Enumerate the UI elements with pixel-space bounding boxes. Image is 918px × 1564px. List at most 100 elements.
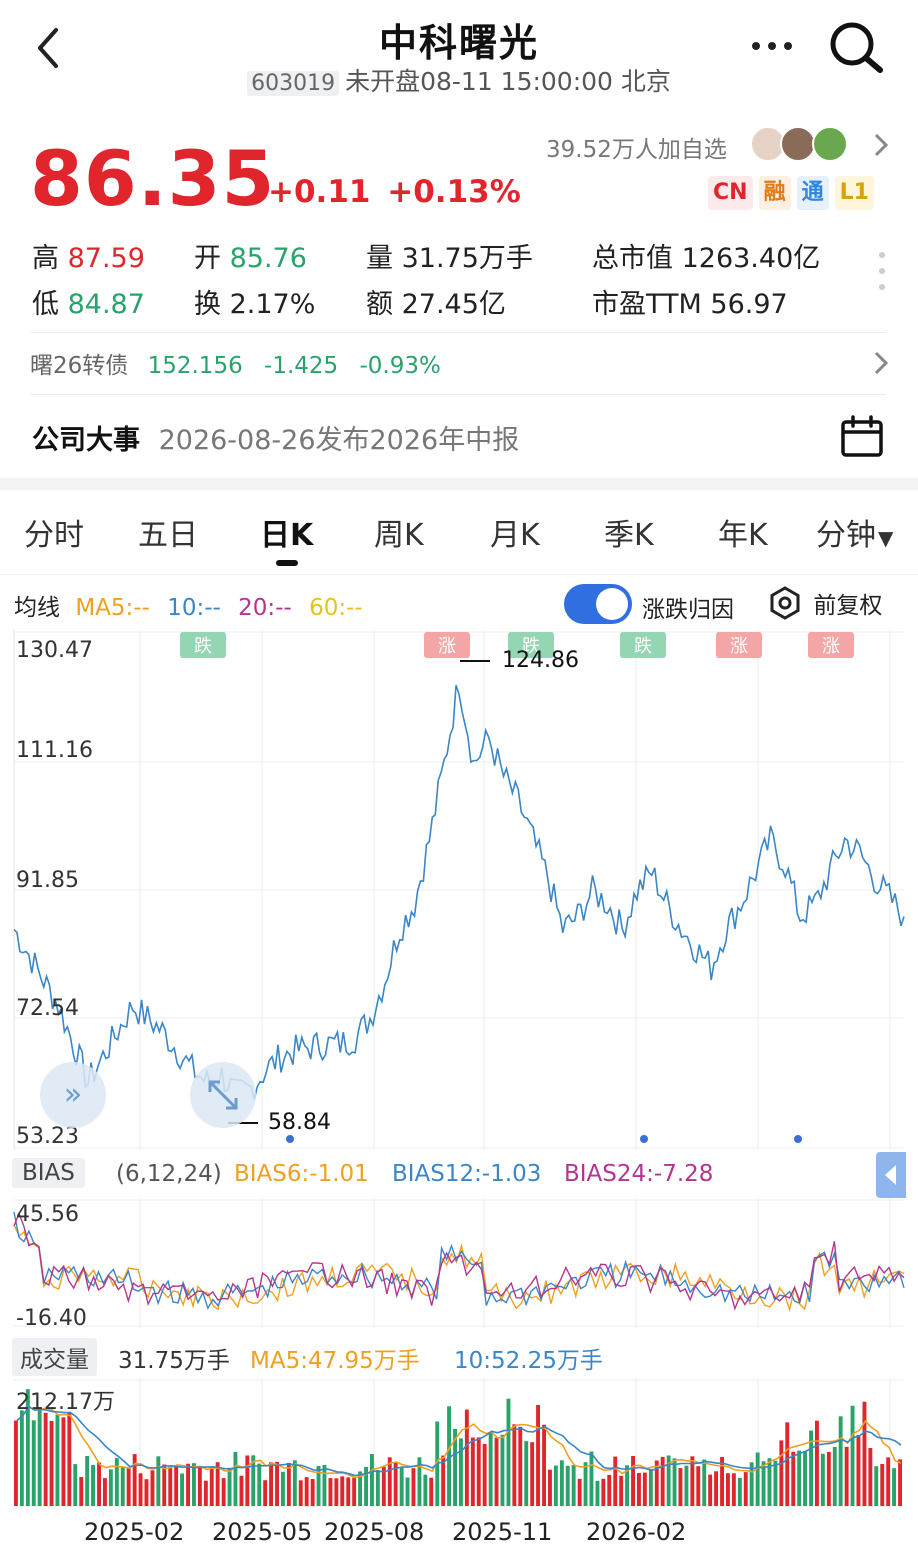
- price-chart[interactable]: 跌涨跌跌涨涨: [0, 630, 918, 1150]
- event-dot: [286, 1135, 294, 1143]
- volume-bar: [559, 1460, 564, 1506]
- volume-bar: [476, 1437, 481, 1506]
- volume-bar: [583, 1462, 588, 1506]
- tab-monthly-k[interactable]: 月K: [490, 510, 540, 554]
- volume-bar: [898, 1459, 902, 1506]
- x-axis-label: 2025-08: [324, 1518, 425, 1546]
- volume-bar: [156, 1456, 161, 1506]
- panel-toggle-button[interactable]: [876, 1152, 906, 1198]
- adjust-setting[interactable]: 前复权: [768, 586, 882, 620]
- more-button[interactable]: [748, 30, 798, 60]
- volume-bar: [97, 1462, 101, 1506]
- fullscreen-button[interactable]: [190, 1062, 256, 1128]
- followers-arrow[interactable]: [872, 132, 890, 162]
- ma5-value: MA5:--: [75, 595, 150, 621]
- svg-text:涨: 涨: [438, 636, 456, 657]
- volume-bar: [488, 1432, 493, 1506]
- volume-bar: [322, 1464, 327, 1506]
- volume-bar: [494, 1437, 499, 1506]
- volume-bar: [381, 1466, 386, 1506]
- tab-yearly-k[interactable]: 年K: [718, 510, 768, 554]
- volume-bar: [340, 1476, 345, 1506]
- volume-bar: [530, 1442, 535, 1506]
- bias12-line: [13, 1211, 905, 1310]
- volume-bar: [310, 1479, 315, 1506]
- search-button[interactable]: [828, 20, 884, 76]
- event-dot: [640, 1135, 648, 1143]
- volume-bar: [731, 1473, 736, 1506]
- volume-bar: [589, 1451, 594, 1506]
- stat-low: 低 84.87: [32, 289, 145, 320]
- followers-count: 39.52万人加自选: [546, 137, 727, 163]
- volume-bar: [577, 1478, 582, 1506]
- volume-bar: [103, 1478, 107, 1506]
- tab-minute[interactable]: 分钟 ▼: [816, 510, 893, 554]
- volume-bar: [726, 1473, 730, 1506]
- ma20-value: 20:--: [238, 595, 292, 621]
- volume-bar: [838, 1416, 843, 1506]
- volume-bar: [518, 1426, 523, 1506]
- volume-bar: [524, 1441, 529, 1506]
- volume-bar: [126, 1467, 131, 1506]
- volume-bar: [114, 1458, 119, 1506]
- adjust-label: 前复权: [813, 593, 883, 619]
- tab-daily-k[interactable]: 日K: [260, 510, 313, 554]
- volume-bar: [773, 1460, 778, 1506]
- tab-five-day[interactable]: 五日: [138, 510, 198, 554]
- event-tag-up: 涨: [808, 632, 854, 658]
- badge-connect: 通: [796, 176, 829, 210]
- volume-bar: [459, 1438, 463, 1506]
- convertible-bond-row[interactable]: 曙26转债 152.156 -1.425 -0.93%: [30, 346, 890, 380]
- event-dot: [794, 1135, 802, 1143]
- stock-badges: CN 融通 L1: [702, 176, 874, 210]
- expand-sidebar-button[interactable]: »: [40, 1062, 106, 1128]
- badge-cn: CN: [708, 176, 753, 210]
- volume-bar: [14, 1420, 18, 1506]
- bias-label[interactable]: BIAS: [12, 1158, 85, 1188]
- volume-bar: [607, 1474, 612, 1506]
- bias-chart[interactable]: [0, 1198, 918, 1328]
- volume-bar: [542, 1424, 546, 1506]
- volume-bar: [470, 1437, 475, 1506]
- volume-bar: [108, 1469, 113, 1506]
- volume-bar: [281, 1471, 285, 1506]
- volume-bar: [298, 1480, 303, 1506]
- volume-bar: [868, 1448, 873, 1506]
- volume-bar: [67, 1412, 72, 1506]
- price-y-label: 111.16: [16, 738, 93, 763]
- volume-label[interactable]: 成交量: [12, 1338, 97, 1376]
- volume-chart[interactable]: [0, 1378, 918, 1508]
- volume-bar: [714, 1471, 718, 1506]
- follower-avatars[interactable]: [750, 124, 860, 164]
- market-status: 未开盘08-11 15:00:00 北京: [345, 67, 671, 96]
- volume-bar: [85, 1456, 90, 1506]
- stat-amount: 额 27.45亿: [366, 289, 506, 320]
- volume-bar: [512, 1424, 517, 1506]
- volume-bar: [553, 1465, 558, 1506]
- stats-expand-handle[interactable]: [878, 252, 886, 292]
- price-y-label: 91.85: [16, 868, 79, 893]
- attribution-toggle[interactable]: [564, 584, 632, 624]
- volume-bar: [73, 1464, 78, 1506]
- volume-current: 31.75万手: [118, 1348, 230, 1374]
- badge-margin: 融: [758, 176, 791, 210]
- bond-change: -1.425: [264, 353, 339, 379]
- volume-bar: [536, 1405, 540, 1506]
- bias6-line: [13, 1224, 905, 1313]
- volume-bar: [826, 1451, 831, 1506]
- volume-bar: [197, 1466, 202, 1506]
- volume-bar: [43, 1412, 48, 1506]
- volume-bar: [138, 1473, 143, 1506]
- tab-intraday[interactable]: 分时: [24, 510, 84, 554]
- tab-weekly-k[interactable]: 周K: [374, 510, 424, 554]
- calendar-button[interactable]: [840, 414, 884, 458]
- bias-y-top: 45.56: [16, 1202, 79, 1227]
- volume-bar: [162, 1464, 167, 1506]
- volume-bar: [850, 1405, 855, 1506]
- tab-quarterly-k[interactable]: 季K: [604, 510, 654, 554]
- volume-bar: [696, 1466, 701, 1506]
- x-axis-label: 2025-11: [452, 1518, 553, 1546]
- gear-icon: [770, 586, 800, 620]
- stock-status: 603019 未开盘08-11 15:00:00 北京: [0, 62, 918, 98]
- company-event-row[interactable]: 公司大事 2026-08-26发布2026年中报: [32, 418, 519, 457]
